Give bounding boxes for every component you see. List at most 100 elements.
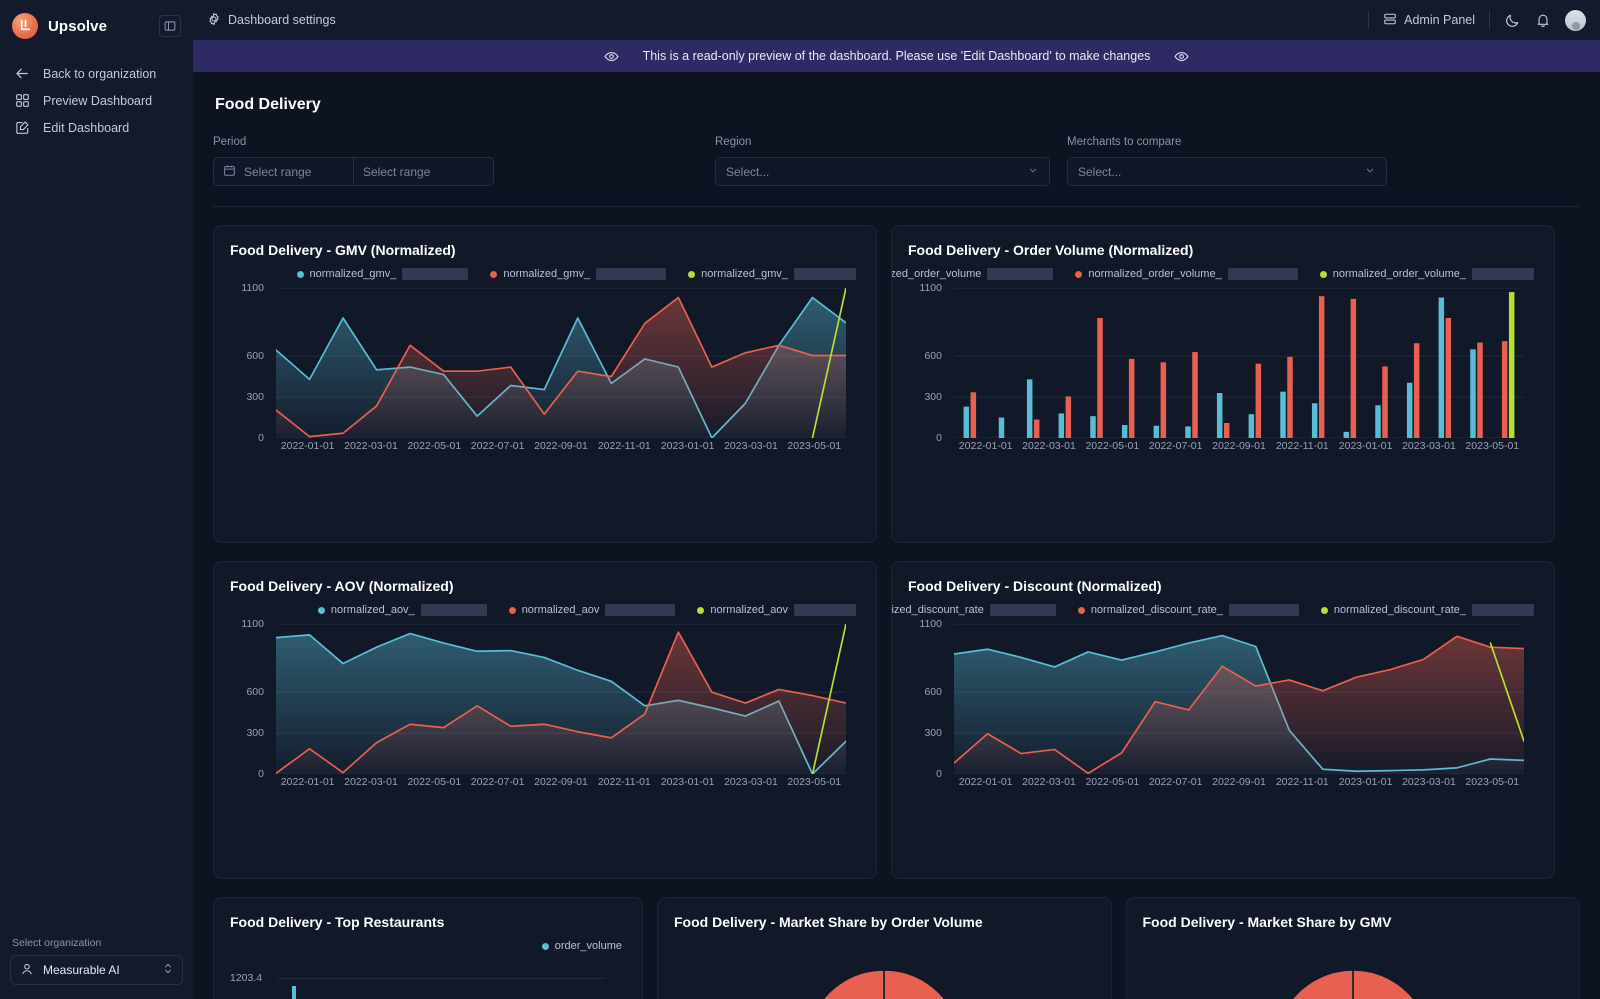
avatar[interactable]: [1565, 10, 1586, 31]
y-axis-tick: 0: [258, 432, 264, 444]
sidebar: Upsolve Back to organization Preview Das…: [0, 0, 193, 999]
redacted-label: [1472, 268, 1534, 280]
legend-item[interactable]: normalized_order_volume_: [1075, 268, 1297, 280]
chart-plot: 030060011002022-01-012022-03-012022-05-0…: [908, 288, 1538, 458]
donut-svg: [794, 958, 974, 999]
legend-item[interactable]: normalized_order_volume_: [1320, 268, 1534, 280]
chevron-down-icon: [1364, 164, 1376, 179]
sidebar-item-preview-dashboard[interactable]: Preview Dashboard: [0, 87, 193, 114]
legend-item[interactable]: normalized_aov_: [318, 604, 487, 616]
divider: [1368, 11, 1369, 29]
x-axis-tick: 2023-05-01: [1461, 440, 1524, 452]
y-axis-tick: 1100: [241, 282, 264, 294]
x-axis-tick: 2022-01-01: [954, 776, 1017, 788]
x-axis-tick: 2023-01-01: [1334, 440, 1397, 452]
panel-collapse-icon[interactable]: [159, 15, 181, 37]
legend-color-dot: [318, 607, 325, 614]
legend-color-dot: [1075, 271, 1082, 278]
legend-label: order_volume: [555, 940, 622, 952]
admin-panel-label: Admin Panel: [1404, 13, 1475, 27]
legend-item[interactable]: normalized_aov: [509, 604, 676, 616]
panel-top-restaurants: Food Delivery - Top Restaurants order_vo…: [213, 897, 643, 999]
region-select[interactable]: Select...: [715, 157, 1050, 186]
chart-svg: [954, 288, 1524, 438]
eye-icon: [1174, 49, 1189, 64]
date-range-group: Select range Select range: [213, 157, 494, 186]
panel-gmv: Food Delivery - GMV (Normalized) normali…: [213, 225, 877, 543]
organization-value: Measurable AI: [43, 963, 120, 977]
sidebar-item-back-to-organization[interactable]: Back to organization: [0, 60, 193, 87]
calendar-icon: [223, 164, 236, 180]
chart-plot: 030060011002022-01-012022-03-012022-05-0…: [230, 288, 860, 458]
legend-label: normalized_aov_: [331, 604, 415, 616]
x-axis-tick: 2022-09-01: [529, 776, 592, 788]
admin-panel-button[interactable]: Admin Panel: [1383, 12, 1475, 29]
dashboard-settings-label: Dashboard settings: [228, 13, 336, 27]
filter-period: Period Select range Select range: [213, 136, 713, 186]
x-axis-tick: 2022-11-01: [593, 776, 656, 788]
filters-bar: Period Select range Select range: [213, 136, 1580, 207]
date-range-start-value: Select range: [244, 165, 311, 179]
legend-label: normalized_order_volume_: [1333, 268, 1466, 280]
y-axis-tick: 0: [258, 768, 264, 780]
user-icon: [20, 962, 34, 979]
legend-item[interactable]: normalized_discount_rate_: [1078, 604, 1299, 616]
sidebar-item-label: Back to organization: [43, 67, 156, 81]
redacted-label: [987, 268, 1053, 280]
legend-item[interactable]: normalized_gmv_: [688, 268, 856, 280]
x-axis-tick: 2022-07-01: [466, 776, 529, 788]
y-axis-tick: 0: [936, 432, 942, 444]
x-axis-tick: 2023-05-01: [783, 776, 846, 788]
merchants-select[interactable]: Select...: [1067, 157, 1387, 186]
legend-item[interactable]: normalized_gmv_: [490, 268, 666, 280]
legend-item[interactable]: normalized_discount_rate: [891, 604, 1056, 616]
legend-color-dot: [688, 271, 695, 278]
sidebar-item-edit-dashboard[interactable]: Edit Dashboard: [0, 114, 193, 141]
y-axis-tick: 0: [936, 768, 942, 780]
legend-item[interactable]: normalized_gmv_: [297, 268, 469, 280]
date-range-start[interactable]: Select range: [213, 157, 354, 186]
bell-icon[interactable]: [1535, 12, 1551, 28]
moon-icon[interactable]: [1504, 12, 1521, 29]
x-axis-tick: 2022-09-01: [1207, 440, 1270, 452]
legend-color-dot: [542, 943, 549, 950]
gear-icon: [207, 12, 221, 29]
dashboard-settings-button[interactable]: Dashboard settings: [207, 12, 336, 29]
panel-aov: Food Delivery - AOV (Normalized) normali…: [213, 561, 877, 879]
banner-text: This is a read-only preview of the dashb…: [643, 49, 1151, 63]
topbar-actions: Admin Panel: [1368, 10, 1586, 31]
filter-label: Merchants to compare: [1067, 136, 1387, 148]
legend-label: normalized_aov: [522, 604, 600, 616]
panel-title: Food Delivery - GMV (Normalized): [230, 242, 860, 258]
legend-color-dot: [490, 271, 497, 278]
x-axis-tick: 2022-11-01: [1271, 776, 1334, 788]
panel-order-volume: Food Delivery - Order Volume (Normalized…: [891, 225, 1555, 543]
panel-title: Food Delivery - Discount (Normalized): [908, 578, 1538, 594]
legend-item[interactable]: normalized_order_volume: [891, 268, 1053, 280]
x-axis-tick: 2022-09-01: [529, 440, 592, 452]
y-axis-tick: 1203.4: [230, 972, 262, 984]
x-axis-tick: 2022-07-01: [466, 440, 529, 452]
legend-label: normalized_discount_rate: [891, 604, 984, 616]
date-range-end-value: Select range: [363, 165, 430, 179]
legend-label: normalized_discount_rate_: [1334, 604, 1466, 616]
date-range-end[interactable]: Select range: [354, 157, 494, 186]
redacted-label: [402, 268, 468, 280]
x-axis-tick: 2022-01-01: [276, 776, 339, 788]
legend-item[interactable]: normalized_aov: [697, 604, 856, 616]
organization-select[interactable]: Measurable AI: [10, 955, 183, 985]
top-restaurants-plot: 1203.4: [230, 966, 626, 999]
legend-item[interactable]: normalized_discount_rate_: [1321, 604, 1534, 616]
x-axis-tick: 2022-03-01: [339, 776, 402, 788]
legend-item[interactable]: order_volume: [542, 940, 622, 952]
y-axis-tick: 1100: [241, 618, 264, 630]
eye-icon: [604, 49, 619, 64]
panel-title: Food Delivery - Market Share by GMV: [1143, 914, 1564, 930]
legend-label: normalized_discount_rate_: [1091, 604, 1223, 616]
legend-label: normalized_order_volume_: [1088, 268, 1221, 280]
panel-title: Food Delivery - Market Share by Order Vo…: [674, 914, 1095, 930]
y-axis-tick: 1100: [919, 282, 942, 294]
redacted-label: [990, 604, 1056, 616]
legend-label: normalized_gmv_: [701, 268, 788, 280]
sidebar-nav: Back to organization Preview Dashboard E…: [0, 60, 193, 141]
